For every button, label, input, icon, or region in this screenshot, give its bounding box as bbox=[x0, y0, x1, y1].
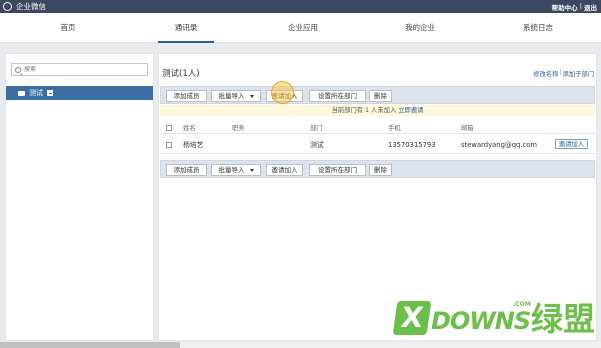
app-title: 企业微信 bbox=[16, 2, 46, 11]
top-links-separator: | bbox=[579, 1, 582, 10]
scrollbar-thumb[interactable] bbox=[0, 342, 180, 348]
col-position: 职务 bbox=[232, 125, 245, 132]
notice-text: 当前部门有 1 人未加入 bbox=[331, 107, 397, 114]
add-subdept-link[interactable]: 添加子部门 bbox=[563, 69, 594, 78]
top-bar: 企业微信 帮助中心 | 退出 bbox=[0, 0, 601, 13]
member-email: stewardyang@qq.com bbox=[461, 141, 538, 149]
edit-name-link[interactable]: 修改名称 bbox=[533, 69, 558, 78]
page-title: 测试(1人) bbox=[162, 69, 200, 79]
member-phone: 13570315793 bbox=[388, 141, 436, 149]
tab-home[interactable]: 首页 bbox=[40, 13, 96, 43]
table-row[interactable]: 杨培艺 测试 13570315793 stewardyang@qq.com 邀请… bbox=[160, 139, 595, 154]
member-department: 测试 bbox=[310, 141, 324, 149]
invite-now-link[interactable]: 立即邀请 bbox=[398, 107, 423, 114]
tab-contacts[interactable]: 通讯录 bbox=[158, 13, 214, 43]
add-member-button-bottom[interactable]: 添加成员 bbox=[166, 164, 207, 176]
set-department-button-bottom[interactable]: 设置所在部门 bbox=[309, 164, 366, 176]
batch-import-dropdown-bottom[interactable]: 批量导入 bbox=[211, 164, 261, 176]
dept-tree-item-test[interactable]: 测试 bbox=[6, 86, 153, 100]
top-toolbar: 添加成员 批量导入 邀请加入 设置所在部门 删除 bbox=[160, 86, 595, 104]
watermark-com: .COM bbox=[513, 301, 531, 308]
col-name: 姓名 bbox=[183, 125, 196, 132]
table-header: 姓名 职务 部门 手机 邮箱 bbox=[160, 124, 595, 134]
main-nav: 首页 通讯录 企业应用 我的企业 系统日志 bbox=[0, 13, 601, 43]
batch-import-label-bottom: 批量导入 bbox=[218, 166, 245, 174]
invite-button[interactable]: 邀请加入 bbox=[266, 90, 303, 102]
batch-import-label: 批量导入 bbox=[218, 92, 245, 100]
watermark-text: DOWNS bbox=[431, 307, 531, 335]
collapse-toggle-icon[interactable] bbox=[47, 90, 53, 96]
search-input[interactable] bbox=[24, 66, 134, 73]
row-invite-button[interactable]: 邀请加入 bbox=[554, 139, 588, 149]
chevron-down-icon bbox=[249, 168, 254, 172]
col-department: 部门 bbox=[310, 125, 323, 132]
downxia-watermark-logo: X DOWNS .COM 绿盟 bbox=[392, 295, 596, 345]
add-member-button[interactable]: 添加成员 bbox=[166, 90, 207, 102]
watermark-x-mark: X bbox=[392, 301, 432, 335]
row-checkbox[interactable] bbox=[166, 141, 172, 148]
pending-invite-notice: 当前部门有 1 人未加入 立即邀请 bbox=[160, 105, 595, 116]
col-phone: 手机 bbox=[388, 125, 401, 132]
delete-button[interactable]: 删除 bbox=[369, 90, 392, 102]
batch-import-dropdown[interactable]: 批量导入 bbox=[211, 90, 261, 102]
folder-icon bbox=[18, 90, 25, 96]
wechat-work-logo-icon bbox=[3, 2, 12, 11]
dept-label: 测试 bbox=[29, 89, 43, 97]
col-email: 邮箱 bbox=[461, 125, 474, 132]
top-links: 帮助中心 | 退出 bbox=[552, 2, 597, 12]
department-sidebar: 测试 bbox=[5, 53, 154, 341]
tab-enterprise-apps[interactable]: 企业应用 bbox=[275, 13, 331, 43]
delete-button-bottom[interactable]: 删除 bbox=[369, 164, 392, 176]
select-all-checkbox[interactable] bbox=[166, 125, 172, 131]
watermark-cn: 绿盟 bbox=[531, 300, 596, 338]
member-name[interactable]: 杨培艺 bbox=[183, 140, 203, 150]
tab-my-enterprise[interactable]: 我的企业 bbox=[392, 13, 448, 43]
chevron-down-icon bbox=[249, 94, 254, 98]
logout-link[interactable]: 退出 bbox=[584, 2, 597, 12]
title-links-separator: | bbox=[559, 69, 562, 76]
invite-button-bottom[interactable]: 邀请加入 bbox=[266, 164, 303, 176]
title-links: 修改名称 | 添加子部门 bbox=[533, 69, 594, 78]
bottom-toolbar: 添加成员 批量导入 邀请加入 设置所在部门 删除 bbox=[160, 160, 595, 178]
search-icon bbox=[15, 66, 21, 73]
help-center-link[interactable]: 帮助中心 bbox=[552, 2, 578, 12]
tab-system-log[interactable]: 系统日志 bbox=[510, 13, 566, 43]
search-box[interactable] bbox=[11, 63, 148, 76]
set-department-button[interactable]: 设置所在部门 bbox=[309, 90, 366, 102]
